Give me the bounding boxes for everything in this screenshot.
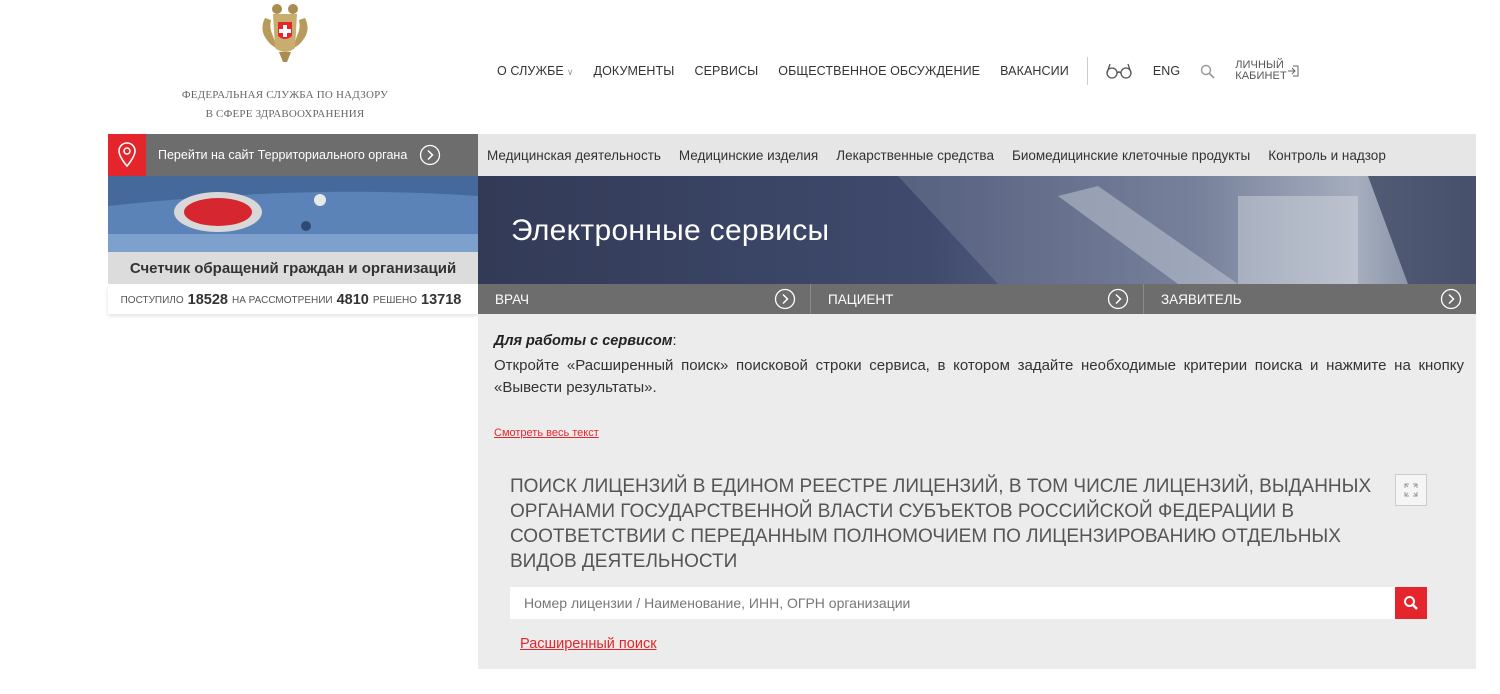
site-logo[interactable]: ФЕДЕРАЛЬНАЯ СЛУЖБА ПО НАДЗОРУ В СФЕРЕ ЗД…: [170, 0, 400, 124]
license-search-input[interactable]: [510, 587, 1396, 619]
show-full-text-link[interactable]: Смотреть весь текст: [494, 427, 599, 439]
category-medicines[interactable]: Лекарственные средства: [836, 148, 994, 163]
counter-banner-image: [108, 176, 478, 252]
info-title-text: Для работы с сервисом: [494, 333, 673, 349]
logo-text-line2: В СФЕРЕ ЗДРАВООХРАНЕНИЯ: [205, 108, 365, 120]
top-navigation: О СЛУЖБЕ ∨ ДОКУМЕНТЫ СЕРВИСЫ ОБЩЕСТВЕННОЕ…: [497, 57, 1299, 85]
location-pin-icon: [108, 134, 146, 176]
nav-documents[interactable]: ДОКУМЕНТЫ: [594, 64, 675, 78]
hero-title: Электронные сервисы: [511, 214, 830, 247]
info-title-colon: :: [672, 333, 677, 349]
nav-vacancies[interactable]: ВАКАНСИИ: [1000, 64, 1069, 78]
arrow-circle-icon: [1107, 288, 1129, 310]
glasses-icon: [1106, 63, 1132, 79]
hero-banner: Электронные сервисы: [478, 176, 1476, 284]
lang-switch[interactable]: ENG: [1153, 64, 1180, 78]
logo-text-line1: ФЕДЕРАЛЬНАЯ СЛУЖБА ПО НАДЗОРУ: [181, 89, 389, 101]
received-value: 18528: [187, 292, 228, 308]
territorial-link-label: Перейти на сайт Территориального органа: [158, 148, 408, 162]
category-biomedical-cell-products[interactable]: Биомедицинские клеточные продукты: [1012, 148, 1250, 163]
nav-about-label: О СЛУЖБЕ: [497, 64, 564, 78]
info-text: Откройте «Расширенный поиск» поисковой с…: [494, 357, 1464, 396]
tab-doctor-label: ВРАЧ: [495, 291, 530, 307]
fullscreen-button[interactable]: [1395, 474, 1427, 506]
accessibility-button[interactable]: [1105, 62, 1133, 80]
category-medical-activity[interactable]: Медицинская деятельность: [487, 148, 661, 163]
arrow-circle-icon: [1440, 288, 1462, 310]
received-label: ПОСТУПИЛО: [120, 294, 184, 306]
page: ФЕДЕРАЛЬНАЯ СЛУЖБА ПО НАДЗОРУ В СФЕРЕ ЗД…: [0, 0, 1500, 694]
search-icon: [1201, 64, 1215, 79]
cabinet-label-line2: КАБИНЕТ: [1235, 70, 1287, 82]
tab-patient-label: ПАЦИЕНТ: [828, 291, 894, 307]
arrow-circle-icon: [774, 288, 796, 310]
emblem-icon: [262, 4, 308, 62]
search-toggle[interactable]: [1200, 64, 1215, 79]
tab-applicant[interactable]: ЗАЯВИТЕЛЬ: [1143, 284, 1476, 314]
review-value: 4810: [336, 292, 369, 308]
nav-services[interactable]: СЕРВИСЫ: [694, 64, 758, 78]
nav-divider: [1086, 57, 1088, 85]
search-button[interactable]: [1395, 587, 1427, 619]
nav-about[interactable]: О СЛУЖБЕ ∨: [497, 64, 574, 78]
chevron-down-icon: ∨: [566, 67, 574, 77]
solved-value: 13718: [421, 292, 462, 308]
tab-doctor[interactable]: ВРАЧ: [478, 284, 810, 314]
territorial-body-link[interactable]: Перейти на сайт Территориального органа: [108, 134, 478, 176]
counter-title: Счетчик обращений граждан и организаций: [108, 252, 478, 284]
tab-applicant-label: ЗАЯВИТЕЛЬ: [1161, 291, 1242, 307]
search-title: Поиск лицензий в едином реестре лицензий…: [510, 476, 1372, 572]
service-content: Для работы с сервисом: Откройте «Расшире…: [478, 314, 1476, 669]
expand-icon: [1404, 483, 1418, 497]
search-icon: [1404, 596, 1418, 610]
category-navigation: Медицинская деятельность Медицинские изд…: [478, 134, 1476, 176]
category-medical-devices[interactable]: Медицинские изделия: [679, 148, 818, 163]
solved-label: РЕШЕНО: [372, 294, 418, 306]
counter-stats: ПОСТУПИЛО 18528 НА РАССМОТРЕНИИ 4810 РЕШ…: [108, 286, 478, 314]
nav-public-discussion[interactable]: ОБЩЕСТВЕННОЕ ОБСУЖДЕНИЕ: [778, 64, 980, 78]
arrow-circle-icon: [420, 144, 441, 166]
info-title: Для работы с сервисом:: [494, 333, 677, 349]
category-control-supervision[interactable]: Контроль и надзор: [1268, 148, 1386, 163]
review-label: НА РАССМОТРЕНИИ: [231, 294, 333, 306]
personal-cabinet-link[interactable]: ЛИЧНЫЙ КАБИНЕТ: [1235, 60, 1299, 82]
audience-tabs: ВРАЧ ПАЦИЕНТ ЗАЯВИТЕЛЬ: [478, 284, 1476, 314]
login-icon: [1287, 65, 1299, 77]
advanced-search-link[interactable]: Расширенный поиск: [520, 636, 657, 652]
tab-patient[interactable]: ПАЦИЕНТ: [810, 284, 1143, 314]
